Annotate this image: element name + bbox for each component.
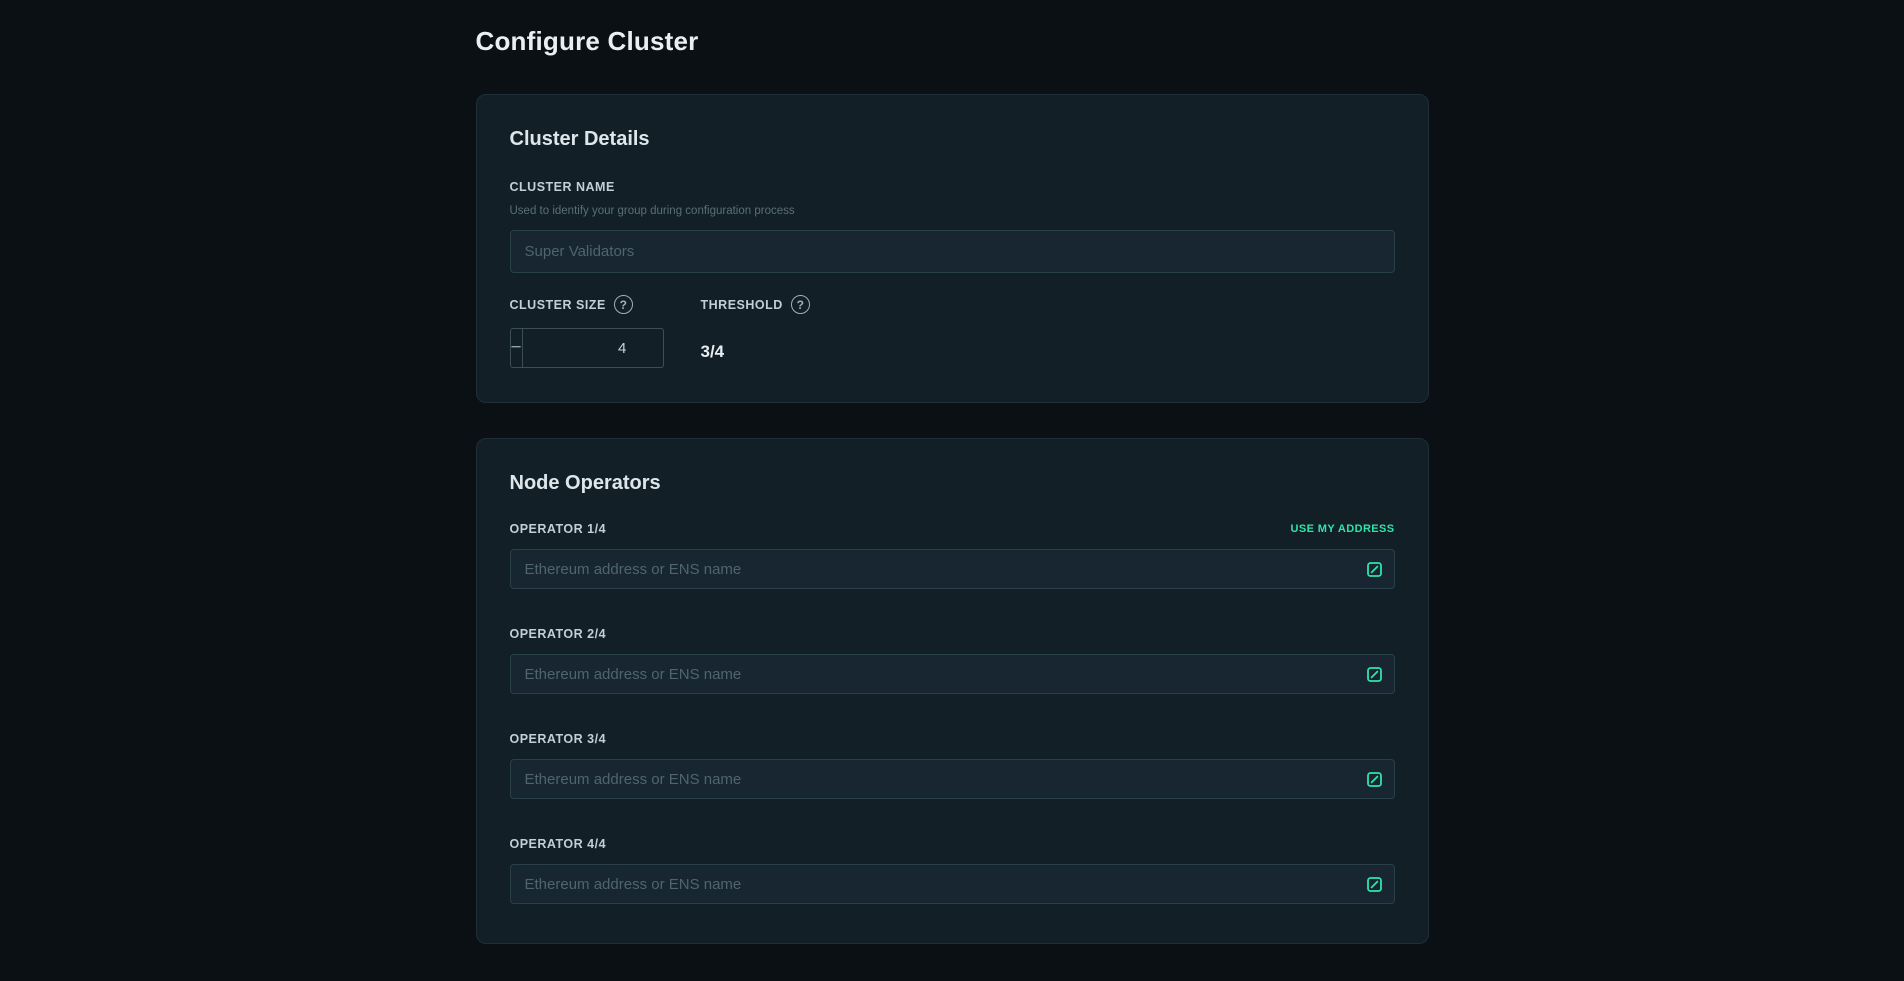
operator-2-address-input[interactable] [510,654,1395,694]
cluster-size-stepper: − + [510,328,664,368]
cluster-name-label: CLUSTER NAME [510,180,615,194]
main-content: Configure Cluster Cluster Details CLUSTE… [476,0,1429,944]
use-my-address-button[interactable]: USE MY ADDRESS [1290,523,1394,535]
operator-3-label: OPERATOR 3/4 [510,732,607,746]
operator-4-address-input[interactable] [510,864,1395,904]
edit-icon [1367,667,1382,682]
node-operators-card: Node Operators OPERATOR 1/4 USE MY ADDRE… [476,438,1429,944]
operator-row-1: OPERATOR 1/4 USE MY ADDRESS [510,522,1395,589]
operator-row-4: OPERATOR 4/4 [510,837,1395,904]
cluster-size-value[interactable] [523,329,664,367]
operator-2-label: OPERATOR 2/4 [510,627,607,641]
page-title: Configure Cluster [476,26,1429,57]
edit-icon [1367,877,1382,892]
node-operators-heading: Node Operators [510,472,1395,495]
operator-1-address-input[interactable] [510,549,1395,589]
operator-row-2: OPERATOR 2/4 [510,627,1395,694]
edit-icon [1367,562,1382,577]
operator-2-edit-address-icon[interactable] [1367,666,1383,682]
cluster-size-field: CLUSTER SIZE ? − + [510,295,701,368]
threshold-help-icon[interactable]: ? [791,295,810,314]
cluster-size-label: CLUSTER SIZE [510,298,606,312]
cluster-size-decrement-button[interactable]: − [511,329,523,367]
size-threshold-row: CLUSTER SIZE ? − + THRESHOLD ? 3/4 [510,295,1395,368]
cluster-details-card: Cluster Details CLUSTER NAME Used to ide… [476,94,1429,403]
cluster-name-helper: Used to identify your group during confi… [510,205,1395,217]
operator-1-label: OPERATOR 1/4 [510,522,607,536]
operator-4-label: OPERATOR 4/4 [510,837,607,851]
cluster-name-input[interactable] [510,230,1395,273]
threshold-field: THRESHOLD ? 3/4 [701,295,1395,368]
threshold-label: THRESHOLD [701,298,783,312]
cluster-details-heading: Cluster Details [510,128,1395,151]
cluster-size-help-icon[interactable]: ? [614,295,633,314]
operator-1-edit-address-icon[interactable] [1367,561,1383,577]
operator-3-address-input[interactable] [510,759,1395,799]
operator-4-edit-address-icon[interactable] [1367,876,1383,892]
threshold-value: 3/4 [701,336,1395,368]
edit-icon [1367,772,1382,787]
operator-row-3: OPERATOR 3/4 [510,732,1395,799]
cluster-name-field: CLUSTER NAME Used to identify your group… [510,178,1395,273]
operator-3-edit-address-icon[interactable] [1367,771,1383,787]
